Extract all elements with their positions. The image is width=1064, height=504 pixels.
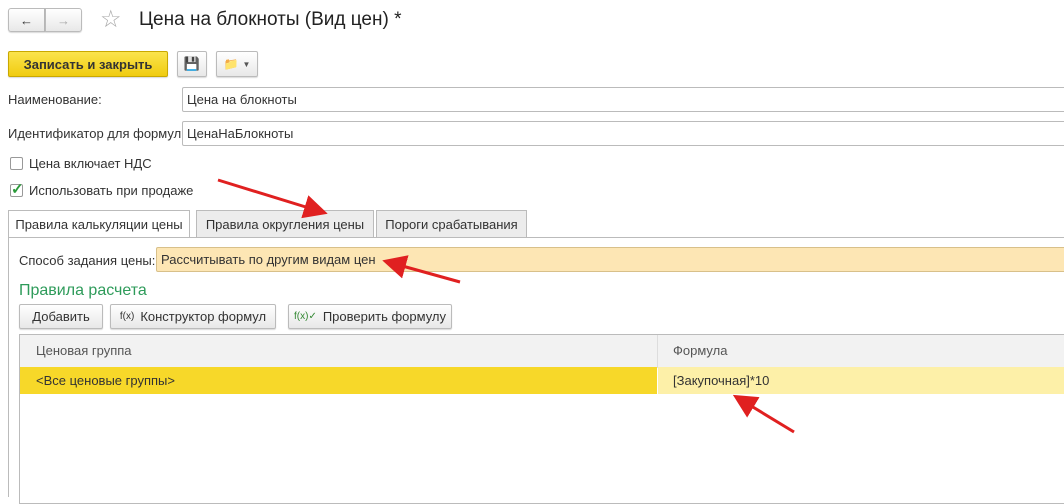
arrow-to-rounding-tab [217,178,328,219]
annotation-arrows [217,178,795,434]
arrow-to-method [382,255,461,284]
arrow-to-formula [732,394,795,434]
